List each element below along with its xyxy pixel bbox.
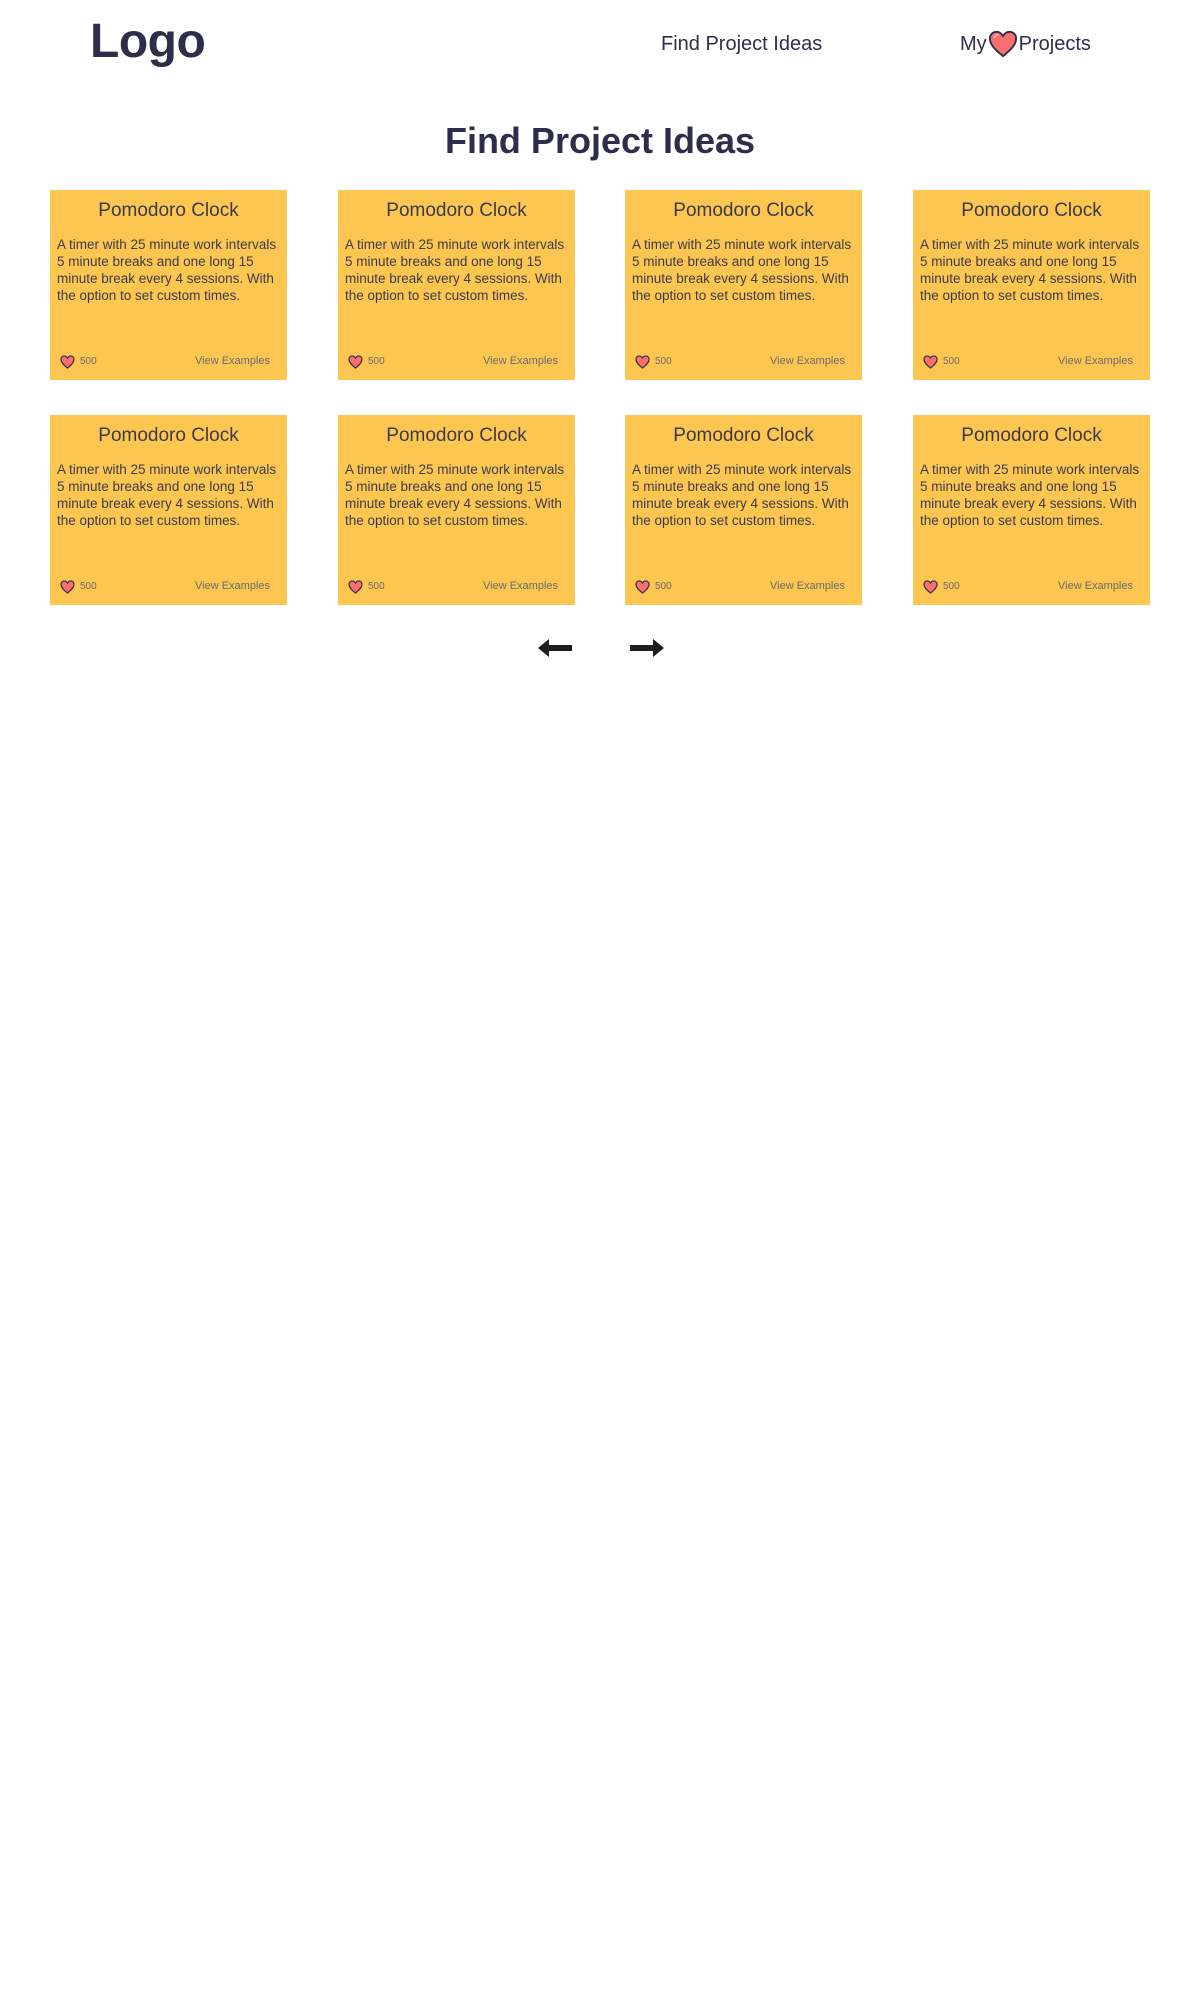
card-footer: 500 View Examples: [625, 579, 862, 595]
view-examples-link[interactable]: View Examples: [195, 580, 270, 592]
heart-icon[interactable]: [348, 355, 363, 369]
card-footer: 500 View Examples: [50, 579, 287, 595]
like-count: 500: [655, 356, 672, 367]
card-title: Pomodoro Clock: [386, 425, 527, 446]
card-title: Pomodoro Clock: [673, 425, 814, 446]
card-footer: 500 View Examples: [625, 354, 862, 370]
view-examples-link[interactable]: View Examples: [483, 355, 558, 367]
card-description: A timer with 25 minute work intervals 5 …: [57, 237, 277, 303]
nav-find-project-ideas[interactable]: Find Project Ideas: [661, 33, 822, 56]
card-footer: 500 View Examples: [50, 354, 287, 370]
card-description: A timer with 25 minute work intervals 5 …: [632, 462, 852, 528]
card-description: A timer with 25 minute work intervals 5 …: [345, 237, 565, 303]
project-card[interactable]: Pomodoro Clock A timer with 25 minute wor…: [625, 415, 862, 605]
card-description: A timer with 25 minute work intervals 5 …: [920, 462, 1140, 528]
nav-my-projects[interactable]: My Projects: [960, 30, 1091, 58]
page: Logo Find Project Ideas My Projects Find…: [0, 0, 1200, 2000]
like-count: 500: [368, 356, 385, 367]
card-description: A timer with 25 minute work intervals 5 …: [57, 462, 277, 528]
heart-icon[interactable]: [635, 580, 650, 594]
heart-icon[interactable]: [923, 355, 938, 369]
nav-my-prefix: My: [960, 32, 987, 55]
view-examples-link[interactable]: View Examples: [770, 580, 845, 592]
card-title: Pomodoro Clock: [386, 200, 527, 221]
project-card[interactable]: Pomodoro Clock A timer with 25 minute wor…: [913, 190, 1150, 380]
logo[interactable]: Logo: [90, 14, 206, 69]
like-count: 500: [943, 356, 960, 367]
card-footer: 500 View Examples: [338, 354, 575, 370]
view-examples-link[interactable]: View Examples: [195, 355, 270, 367]
heart-icon[interactable]: [348, 580, 363, 594]
project-card[interactable]: Pomodoro Clock A timer with 25 minute wor…: [50, 415, 287, 605]
view-examples-link[interactable]: View Examples: [1058, 580, 1133, 592]
card-title: Pomodoro Clock: [98, 200, 239, 221]
like-count: 500: [80, 581, 97, 592]
heart-icon[interactable]: [60, 355, 75, 369]
page-title: Find Project Ideas: [444, 120, 756, 161]
view-examples-link[interactable]: View Examples: [483, 580, 558, 592]
card-title: Pomodoro Clock: [961, 425, 1102, 446]
like-count: 500: [368, 581, 385, 592]
like-count: 500: [943, 581, 960, 592]
project-card[interactable]: Pomodoro Clock A timer with 25 minute wor…: [913, 415, 1150, 605]
card-description: A timer with 25 minute work intervals 5 …: [632, 237, 852, 303]
project-card[interactable]: Pomodoro Clock A timer with 25 minute wor…: [338, 190, 575, 380]
nav-my-suffix: Projects: [1018, 32, 1091, 55]
card-description: A timer with 25 minute work intervals 5 …: [345, 462, 565, 528]
card-footer: 500 View Examples: [913, 579, 1150, 595]
project-card[interactable]: Pomodoro Clock A timer with 25 minute wor…: [50, 190, 287, 380]
card-title: Pomodoro Clock: [961, 200, 1102, 221]
project-card[interactable]: Pomodoro Clock A timer with 25 minute wor…: [338, 415, 575, 605]
header: Logo Find Project Ideas My Projects: [0, 0, 1200, 90]
heart-icon[interactable]: [923, 580, 938, 594]
heart-icon[interactable]: [635, 355, 650, 369]
arrow-right-icon[interactable]: [627, 634, 667, 662]
heart-icon[interactable]: [60, 580, 75, 594]
heart-icon: [988, 30, 1017, 58]
like-count: 500: [80, 356, 97, 367]
card-title: Pomodoro Clock: [98, 425, 239, 446]
arrow-left-icon[interactable]: [535, 634, 575, 662]
view-examples-link[interactable]: View Examples: [770, 355, 845, 367]
like-count: 500: [655, 581, 672, 592]
card-title: Pomodoro Clock: [673, 200, 814, 221]
project-card[interactable]: Pomodoro Clock A timer with 25 minute wor…: [625, 190, 862, 380]
card-footer: 500 View Examples: [338, 579, 575, 595]
view-examples-link[interactable]: View Examples: [1058, 355, 1133, 367]
card-description: A timer with 25 minute work intervals 5 …: [920, 237, 1140, 303]
card-footer: 500 View Examples: [913, 354, 1150, 370]
